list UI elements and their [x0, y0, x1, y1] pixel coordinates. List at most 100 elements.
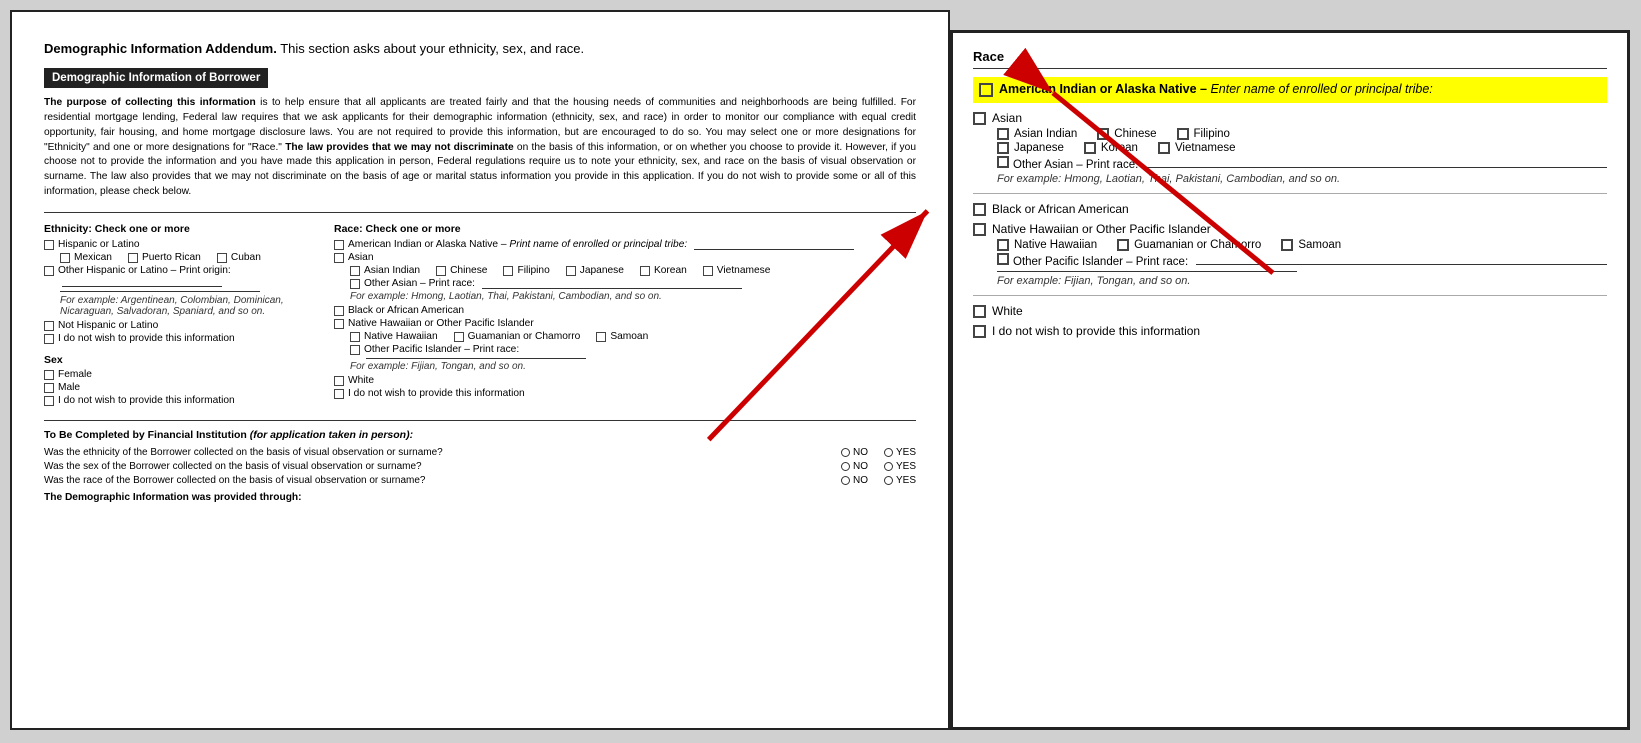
popup-no-wish-checkbox[interactable]: [973, 325, 986, 338]
q1-no-item[interactable]: NO: [841, 447, 868, 458]
female-item[interactable]: Female: [44, 369, 304, 380]
male-checkbox[interactable]: [44, 383, 54, 393]
popup-other-pacific-item[interactable]: Other Pacific Islander – Print race:: [997, 253, 1607, 268]
popup-black-checkbox[interactable]: [973, 203, 986, 216]
popup-pacific-group-item[interactable]: Native Hawaiian or Other Pacific Islande…: [973, 222, 1607, 236]
other-hispanic-item[interactable]: Other Hispanic or Latino – Print origin:: [44, 265, 304, 287]
q1-yes-item[interactable]: YES: [884, 447, 916, 458]
popup-samoan-item[interactable]: Samoan: [1281, 239, 1341, 251]
popup-japanese-item[interactable]: Japanese: [997, 142, 1064, 154]
cuban-checkbox[interactable]: [217, 253, 227, 263]
other-asian-item[interactable]: Other Asian – Print race:: [350, 278, 916, 289]
no-wish-race-item[interactable]: I do not wish to provide this informatio…: [334, 388, 916, 399]
popup-vietnamese-checkbox[interactable]: [1158, 142, 1170, 154]
q2-no-item[interactable]: NO: [841, 461, 868, 472]
guamanian-checkbox[interactable]: [454, 332, 464, 342]
popup-vietnamese-item[interactable]: Vietnamese: [1158, 142, 1236, 154]
mexican-checkbox[interactable]: [60, 253, 70, 263]
no-wish-eth-item[interactable]: I do not wish to provide this informatio…: [44, 333, 304, 344]
puerto-rican-item[interactable]: Puerto Rican: [128, 252, 201, 263]
popup-chinese-checkbox[interactable]: [1097, 128, 1109, 140]
white-item[interactable]: White: [334, 375, 916, 386]
q3-yes-item[interactable]: YES: [884, 475, 916, 486]
filipino-item[interactable]: Filipino: [503, 265, 549, 276]
no-wish-sex-checkbox[interactable]: [44, 396, 54, 406]
male-item[interactable]: Male: [44, 382, 304, 393]
asian-indian-item[interactable]: Asian Indian: [350, 265, 420, 276]
popup-asian-indian-item[interactable]: Asian Indian: [997, 128, 1077, 140]
vietnamese-item[interactable]: Vietnamese: [703, 265, 771, 276]
popup-guamanian-item[interactable]: Guamanian or Chamorro: [1117, 239, 1261, 251]
q3-no-item[interactable]: NO: [841, 475, 868, 486]
popup-asian-item[interactable]: Asian: [973, 111, 1607, 125]
popup-black-item[interactable]: Black or African American: [973, 202, 1607, 216]
black-item[interactable]: Black or African American: [334, 305, 916, 316]
popup-chinese-item[interactable]: Chinese: [1097, 128, 1156, 140]
no-wish-sex-item[interactable]: I do not wish to provide this informatio…: [44, 395, 304, 406]
popup-samoan-checkbox[interactable]: [1281, 239, 1293, 251]
popup-other-pacific-checkbox[interactable]: [997, 253, 1009, 265]
female-checkbox[interactable]: [44, 370, 54, 380]
mexican-item[interactable]: Mexican: [60, 252, 112, 263]
vietnamese-checkbox[interactable]: [703, 266, 713, 276]
chinese-item[interactable]: Chinese: [436, 265, 487, 276]
cuban-item[interactable]: Cuban: [217, 252, 261, 263]
popup-filipino-checkbox[interactable]: [1177, 128, 1189, 140]
q3-no-radio[interactable]: [841, 476, 850, 485]
popup-white-checkbox[interactable]: [973, 305, 986, 318]
no-wish-race-checkbox[interactable]: [334, 389, 344, 399]
popup-american-indian-highlighted[interactable]: American Indian or Alaska Native – Enter…: [973, 77, 1607, 103]
native-hawaiian-item[interactable]: Native Hawaiian: [350, 331, 438, 342]
white-checkbox[interactable]: [334, 376, 344, 386]
popup-japanese-checkbox[interactable]: [997, 142, 1009, 154]
no-wish-eth-checkbox[interactable]: [44, 334, 54, 344]
q1-yes-radio[interactable]: [884, 448, 893, 457]
other-asian-checkbox[interactable]: [350, 279, 360, 289]
popup-no-wish-item[interactable]: I do not wish to provide this informatio…: [973, 324, 1607, 338]
japanese-checkbox[interactable]: [566, 266, 576, 276]
popup-other-asian-item[interactable]: Other Asian – Print race:: [997, 156, 1607, 171]
samoan-checkbox[interactable]: [596, 332, 606, 342]
korean-item[interactable]: Korean: [640, 265, 687, 276]
other-hispanic-checkbox[interactable]: [44, 266, 54, 276]
native-hawaiian-group-item[interactable]: Native Hawaiian or Other Pacific Islande…: [334, 318, 916, 329]
popup-native-hawaiian-item[interactable]: Native Hawaiian: [997, 239, 1097, 251]
korean-checkbox[interactable]: [640, 266, 650, 276]
native-hawaiian-group-checkbox[interactable]: [334, 319, 344, 329]
other-pacific-item[interactable]: Other Pacific Islander – Print race:: [350, 344, 916, 355]
other-pacific-checkbox[interactable]: [350, 345, 360, 355]
q2-no-radio[interactable]: [841, 462, 850, 471]
guamanian-item[interactable]: Guamanian or Chamorro: [454, 331, 581, 342]
hispanic-item[interactable]: Hispanic or Latino: [44, 239, 304, 250]
popup-asian-indian-checkbox[interactable]: [997, 128, 1009, 140]
popup-korean-checkbox[interactable]: [1084, 142, 1096, 154]
asian-indian-checkbox[interactable]: [350, 266, 360, 276]
hispanic-checkbox[interactable]: [44, 240, 54, 250]
samoan-item[interactable]: Samoan: [596, 331, 648, 342]
black-checkbox[interactable]: [334, 306, 344, 316]
popup-white-item[interactable]: White: [973, 304, 1607, 318]
popup-pacific-group-checkbox[interactable]: [973, 223, 986, 236]
popup-native-hawaiian-checkbox[interactable]: [997, 239, 1009, 251]
asian-checkbox[interactable]: [334, 253, 344, 263]
popup-korean-item[interactable]: Korean: [1084, 142, 1138, 154]
popup-other-asian-checkbox[interactable]: [997, 156, 1009, 168]
popup-asian-checkbox[interactable]: [973, 112, 986, 125]
not-hispanic-item[interactable]: Not Hispanic or Latino: [44, 320, 304, 331]
american-indian-item[interactable]: American Indian or Alaska Native – Print…: [334, 239, 916, 250]
popup-american-indian-checkbox[interactable]: [979, 83, 993, 97]
chinese-checkbox[interactable]: [436, 266, 446, 276]
filipino-checkbox[interactable]: [503, 266, 513, 276]
japanese-item[interactable]: Japanese: [566, 265, 624, 276]
q1-no-radio[interactable]: [841, 448, 850, 457]
q2-yes-radio[interactable]: [884, 462, 893, 471]
popup-filipino-item[interactable]: Filipino: [1177, 128, 1230, 140]
american-indian-checkbox[interactable]: [334, 240, 344, 250]
puerto-rican-checkbox[interactable]: [128, 253, 138, 263]
native-hawaiian-checkbox[interactable]: [350, 332, 360, 342]
popup-guamanian-checkbox[interactable]: [1117, 239, 1129, 251]
asian-item[interactable]: Asian: [334, 252, 916, 263]
q3-yes-radio[interactable]: [884, 476, 893, 485]
not-hispanic-checkbox[interactable]: [44, 321, 54, 331]
q2-yes-item[interactable]: YES: [884, 461, 916, 472]
